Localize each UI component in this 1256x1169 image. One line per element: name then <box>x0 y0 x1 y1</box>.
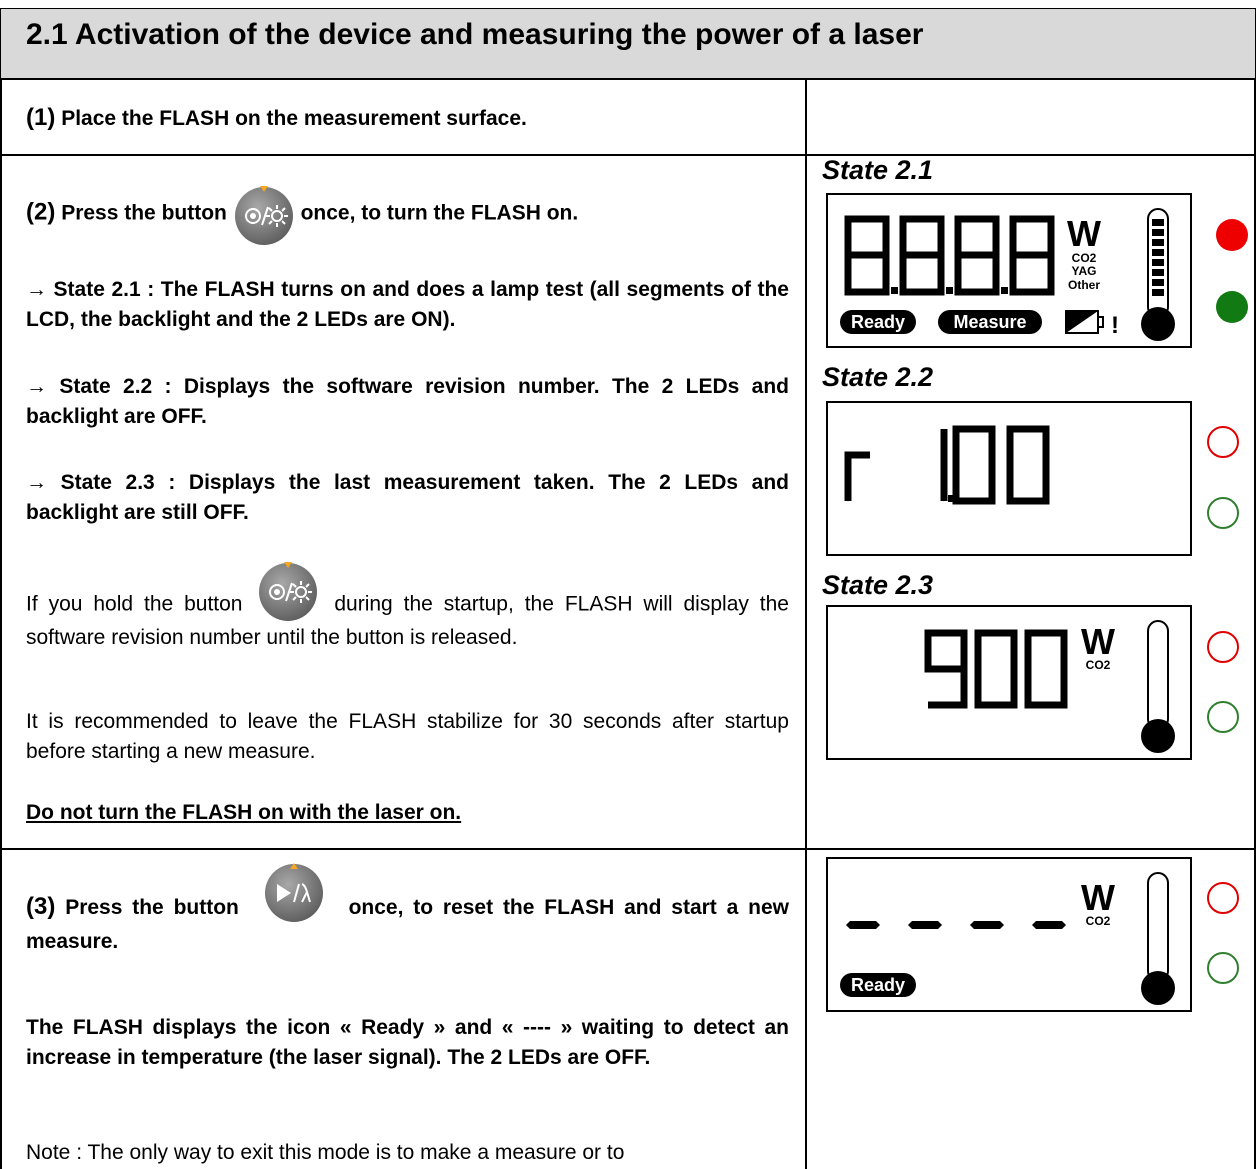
lcd-unit-3: W <box>1081 877 1115 918</box>
step2-text-after: once, to turn the FLASH on. <box>300 201 579 225</box>
ready-badge-3-label: Ready <box>851 975 905 995</box>
thermometer-icon <box>1141 620 1175 753</box>
measure-badge-label: Measure <box>953 312 1026 332</box>
state22-description: → State 2.2 : Displays the software revi… <box>26 375 789 428</box>
battery-icon <box>1065 310 1104 334</box>
warning-mark: ! <box>1111 312 1119 339</box>
thermometer-icon <box>1141 208 1175 341</box>
note-paragraph: Note : The only way to exit this mode is… <box>26 1141 625 1164</box>
power-light-button-icon <box>233 182 295 246</box>
lcd-type-3: CO2 <box>1086 914 1111 928</box>
lcd-type-yag: YAG <box>1072 264 1097 278</box>
lcd-type-co2: CO2 <box>1072 251 1097 265</box>
lcd-unit-23: W <box>1081 621 1115 662</box>
hold-button-paragraph: If you hold the button during the startu… <box>26 562 789 654</box>
state21-description: → State 2.1 : The FLASH turns on and doe… <box>26 278 789 331</box>
column-divider <box>805 79 807 1169</box>
lcd-unit: W <box>1067 213 1101 254</box>
step3-text-before: Press the button <box>65 896 239 919</box>
play-wavelength-button-icon <box>263 859 325 923</box>
state23-description: → State 2.3 : Displays the last measurem… <box>26 471 789 524</box>
stabilize-paragraph: It is recommended to leave the FLASH sta… <box>26 710 789 763</box>
lcd-digits-888 <box>844 215 1055 296</box>
lcd-state23: W CO2 <box>826 605 1192 760</box>
thermometer-icon <box>1141 872 1175 1005</box>
led-green-state21 <box>1216 291 1248 323</box>
lcd-state22 <box>826 401 1192 556</box>
lcd-type-other: Other <box>1068 278 1100 292</box>
led-green-state22 <box>1207 497 1239 529</box>
step2-line: (2) Press the button once, to turn the F… <box>26 182 578 246</box>
led-red-state22 <box>1207 426 1239 458</box>
step1-text: Place the FLASH on the measurement surfa… <box>61 107 527 130</box>
row1-bottom-rule <box>0 154 1256 156</box>
hold-text-before: If you hold the button <box>26 592 243 616</box>
warning-paragraph: Do not turn the FLASH on with the laser … <box>26 801 462 824</box>
led-green-step3 <box>1207 952 1239 984</box>
lcd-state21: W CO2 YAG Other Ready Measure ! <box>826 193 1192 348</box>
power-light-button-icon-small <box>257 558 319 622</box>
ready-paragraph: The FLASH displays the icon « Ready » an… <box>26 1016 789 1069</box>
step1-line: (1) Place the FLASH on the measurement s… <box>26 104 527 132</box>
led-red-state21 <box>1216 219 1248 251</box>
step2-number: (2) <box>26 198 56 226</box>
step2-text-before: Press the button <box>61 201 227 225</box>
step3-paragraph: (3) Press the button once, to reset the … <box>26 863 789 959</box>
led-green-state23 <box>1207 701 1239 733</box>
ready-badge-label: Ready <box>851 312 905 332</box>
step1-number: (1) <box>26 104 56 131</box>
manual-page: 2.1 Activation of the device and measuri… <box>0 0 1256 1169</box>
state21-label: State 2.1 <box>822 155 934 185</box>
state23-label: State 2.3 <box>822 570 934 600</box>
led-red-state23 <box>1207 631 1239 663</box>
frame-left <box>0 8 2 1169</box>
led-red-step3 <box>1207 882 1239 914</box>
lcd-step3-ready: W CO2 Ready <box>826 857 1192 1012</box>
row2-bottom-rule <box>0 848 1256 850</box>
title-bottom-rule <box>0 78 1256 80</box>
lcd-type-23: CO2 <box>1086 658 1111 672</box>
step3-number: (3) <box>26 893 56 920</box>
section-title: 2.1 Activation of the device and measuri… <box>26 18 924 51</box>
state22-label: State 2.2 <box>822 362 934 392</box>
